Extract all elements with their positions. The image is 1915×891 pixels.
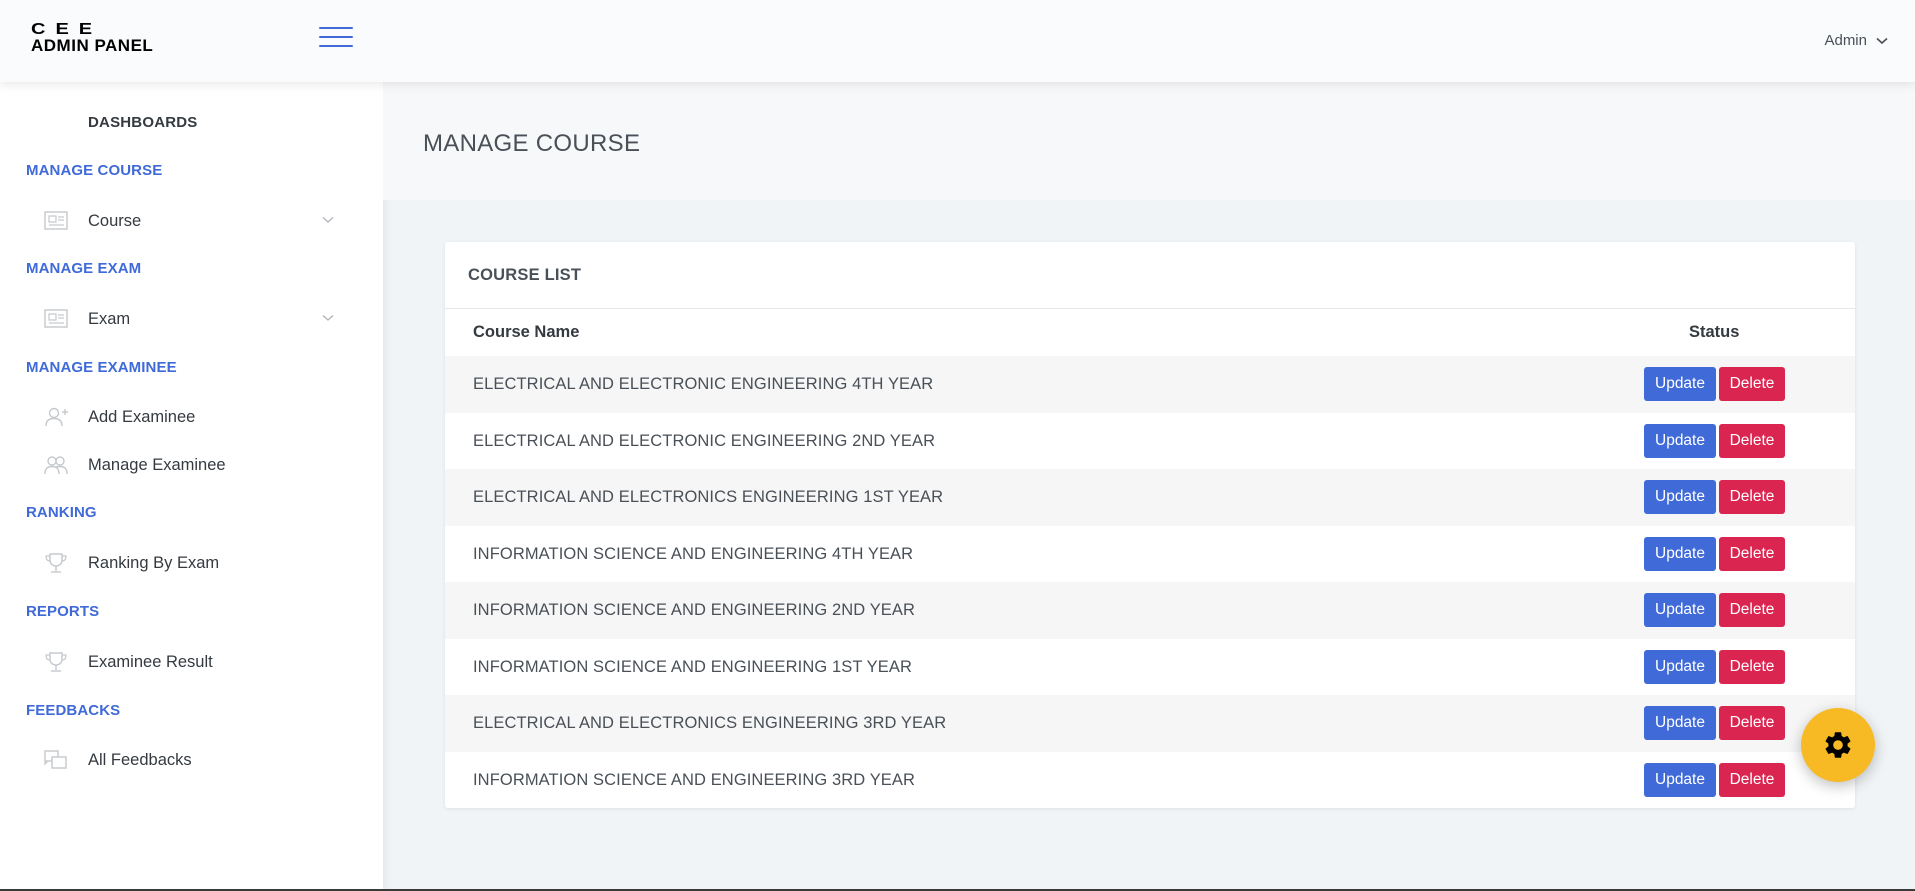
sidebar-heading-manage-course: MANAGE COURSE: [26, 162, 163, 179]
course-name-cell: INFORMATION SCIENCE AND ENGINEERING 2ND …: [473, 601, 916, 619]
app-logo[interactable]: CEE ADMIN PANEL: [31, 21, 161, 54]
update-button[interactable]: Update: [1644, 367, 1716, 401]
course-name-cell: ELECTRICAL AND ELECTRONIC ENGINEERING 2N…: [473, 431, 936, 450]
sidebar-item-all-feedbacks[interactable]: All Feedbacks: [26, 740, 346, 780]
course-name-cell: INFORMATION SCIENCE AND ENGINEERING 1ST …: [473, 657, 912, 676]
update-button[interactable]: Update: [1644, 480, 1716, 514]
column-header-status: Status: [1689, 323, 1740, 341]
update-button[interactable]: Update: [1644, 423, 1716, 458]
table-row: INFORMATION SCIENCE AND ENGINEERING 3RD …: [445, 752, 1855, 809]
user-menu[interactable]: Admin: [1824, 32, 1888, 49]
delete-button[interactable]: Delete: [1719, 423, 1785, 458]
table-row: ELECTRICAL AND ELECTRONICS ENGINEERING 1…: [445, 469, 1855, 526]
course-icon: [44, 211, 68, 230]
sidebar-item-add-examinee[interactable]: Add Examinee: [26, 397, 346, 437]
delete-button[interactable]: Delete: [1719, 480, 1785, 514]
course-name-cell: ELECTRICAL AND ELECTRONICS ENGINEERING 3…: [473, 714, 947, 732]
table-row: INFORMATION SCIENCE AND ENGINEERING 4TH …: [445, 526, 1855, 583]
sidebar-item-course[interactable]: Course: [26, 201, 346, 241]
sidebar-item-label: Add Examinee: [88, 407, 196, 426]
delete-button[interactable]: Delete: [1719, 706, 1785, 740]
update-button[interactable]: Update: [1644, 762, 1716, 797]
users-icon: [44, 456, 68, 475]
sidebar-item-ranking-by-exam[interactable]: Ranking By Exam: [26, 543, 346, 583]
sidebar-item-label: Examinee Result: [88, 652, 213, 671]
trophy-icon: [45, 652, 67, 672]
update-button[interactable]: Update: [1644, 706, 1716, 740]
course-name-cell: ELECTRICAL AND ELECTRONICS ENGINEERING 1…: [473, 488, 944, 506]
logo-top-text: CEE: [31, 20, 103, 38]
settings-button[interactable]: [1801, 708, 1875, 782]
chevron-down-icon: [322, 217, 334, 223]
delete-button[interactable]: Delete: [1719, 536, 1785, 571]
sidebar-heading-feedbacks: FEEDBACKS: [26, 702, 121, 719]
logo-bottom-text: ADMIN PANEL: [31, 36, 154, 55]
table-row: ELECTRICAL AND ELECTRONIC ENGINEERING 2N…: [445, 413, 1855, 470]
top-header: CEE ADMIN PANEL Admin: [0, 0, 1915, 82]
table-row: INFORMATION SCIENCE AND ENGINEERING 2ND …: [445, 582, 1855, 639]
course-name-cell: INFORMATION SCIENCE AND ENGINEERING 4TH …: [473, 544, 914, 563]
sidebar-item-label: Ranking By Exam: [88, 553, 220, 572]
sidebar-heading-manage-examinee: MANAGE EXAMINEE: [26, 359, 177, 376]
sidebar-heading-reports: REPORTS: [26, 603, 100, 620]
update-button[interactable]: Update: [1644, 593, 1716, 627]
sidebar-item-label: Manage Examinee: [88, 455, 226, 474]
sidebar-item-examinee-result[interactable]: Examinee Result: [26, 642, 346, 682]
sidebar-item-label: Exam: [88, 309, 131, 328]
page-title-band: MANAGE COURSE: [383, 82, 1915, 200]
add-user-icon: [45, 407, 68, 427]
sidebar-item-dashboards[interactable]: DASHBOARDS: [88, 114, 198, 131]
update-button[interactable]: Update: [1644, 649, 1716, 684]
course-name-cell: INFORMATION SCIENCE AND ENGINEERING 3RD …: [473, 770, 916, 789]
sidebar-item-label: Course: [88, 211, 142, 230]
sidebar-heading-ranking: RANKING: [26, 504, 97, 521]
gear-icon: [1825, 732, 1851, 758]
trophy-icon: [45, 553, 67, 573]
exam-icon: [44, 309, 68, 328]
column-header-course-name: Course Name: [473, 323, 580, 341]
sidebar: DASHBOARDS MANAGE COURSE Course MANAGE E…: [0, 82, 383, 891]
user-name: Admin: [1824, 32, 1867, 49]
chevron-down-icon: [1876, 37, 1888, 44]
delete-button[interactable]: Delete: [1719, 649, 1785, 684]
sidebar-heading-manage-exam: MANAGE EXAM: [26, 260, 142, 277]
table-row: INFORMATION SCIENCE AND ENGINEERING 1ST …: [445, 639, 1855, 696]
table-header: Course Name Status: [445, 309, 1855, 356]
delete-button[interactable]: Delete: [1719, 593, 1785, 627]
table-row: ELECTRICAL AND ELECTRONICS ENGINEERING 3…: [445, 695, 1855, 752]
table-body: ELECTRICAL AND ELECTRONIC ENGINEERING 4T…: [445, 356, 1855, 808]
sidebar-item-exam[interactable]: Exam: [26, 299, 346, 339]
course-name-cell: ELECTRICAL AND ELECTRONIC ENGINEERING 4T…: [473, 375, 934, 393]
sidebar-item-label: All Feedbacks: [88, 750, 192, 769]
update-button[interactable]: Update: [1644, 536, 1716, 571]
card-title: COURSE LIST: [445, 242, 1855, 309]
table-row: ELECTRICAL AND ELECTRONIC ENGINEERING 4T…: [445, 356, 1855, 413]
menu-toggle-icon[interactable]: [319, 27, 353, 49]
feedback-icon: [44, 750, 67, 769]
page-title: MANAGE COURSE: [423, 130, 641, 157]
chevron-down-icon: [322, 315, 334, 321]
sidebar-item-manage-examinee[interactable]: Manage Examinee: [26, 445, 346, 485]
delete-button[interactable]: Delete: [1719, 367, 1785, 401]
delete-button[interactable]: Delete: [1719, 762, 1785, 797]
course-list-card: COURSE LIST Course Name Status ELECTRICA…: [445, 242, 1855, 808]
